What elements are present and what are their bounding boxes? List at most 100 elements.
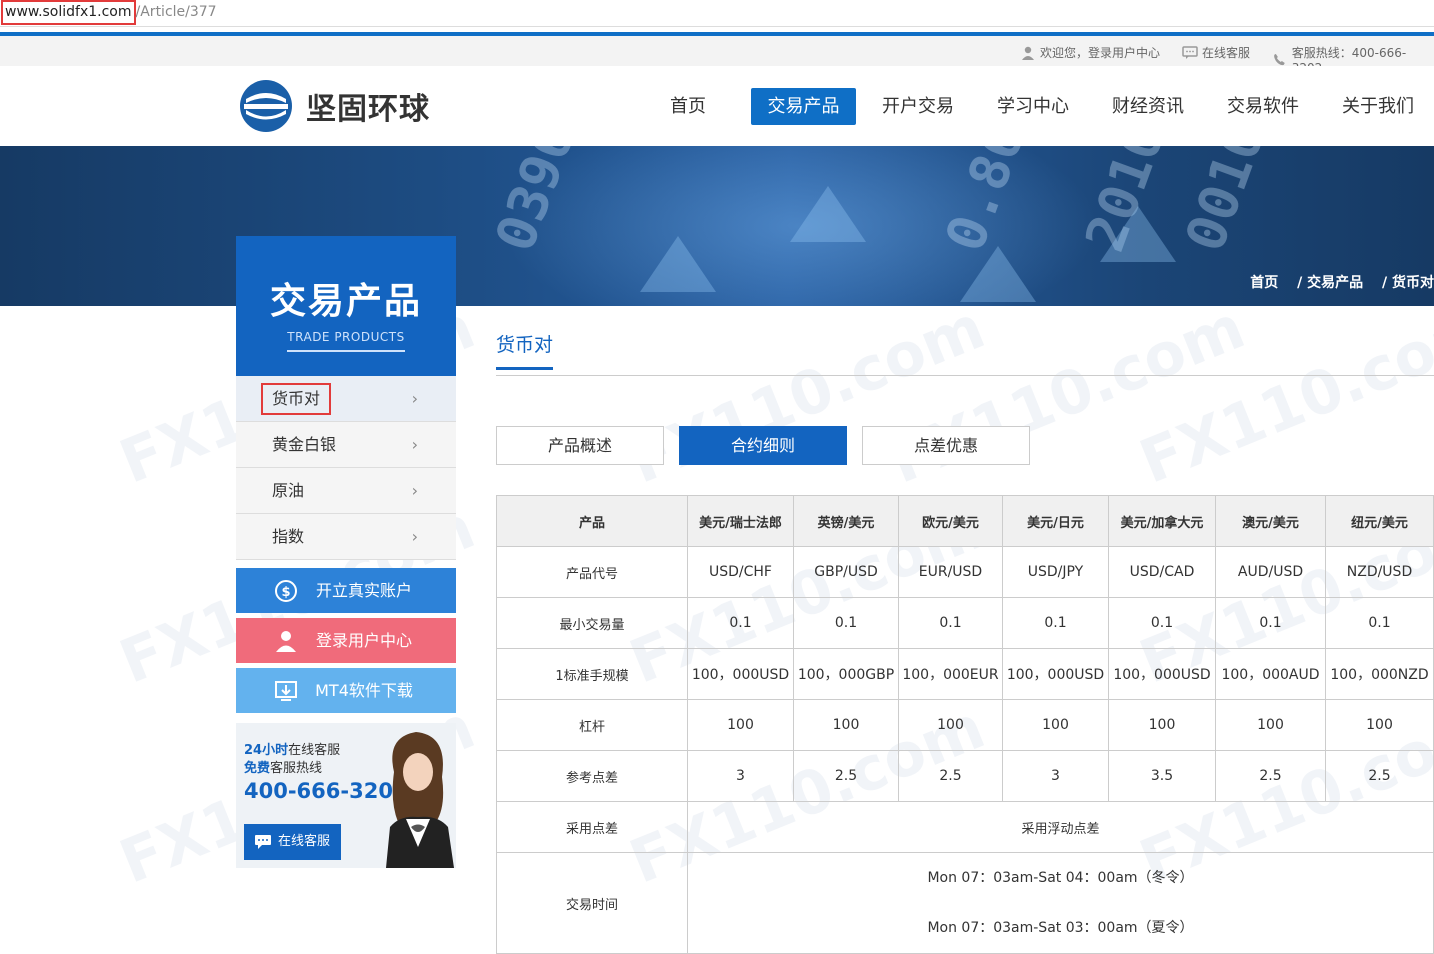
user-icon (276, 631, 296, 652)
table-cell: 2.5 (793, 750, 899, 802)
sidebar-item-currency-pairs[interactable]: 货币对 › (236, 376, 456, 422)
site-header: 坚固环球 首页 交易产品 开户交易 学习中心 财经资讯 交易软件 关于我们 (0, 66, 1434, 146)
url-path: /Article/377 (135, 4, 217, 20)
row-label: 交易时间 (496, 852, 688, 954)
nav-trade-products[interactable]: 交易产品 (751, 88, 856, 125)
sidebar-item-gold-silver[interactable]: 黄金白银 › (236, 422, 456, 468)
sidebar-item-label: 货币对 (272, 389, 321, 408)
table-cell: 100，000AUD (1215, 648, 1326, 700)
download-monitor-icon (275, 681, 297, 701)
brand-logo[interactable]: 坚固环球 (238, 79, 430, 133)
service-panel: 24小时在线客服 免费客服热线 400-666-3202 在线客服 (236, 723, 456, 868)
section-title: 货币对 (496, 330, 554, 370)
row-label: 最小交易量 (496, 597, 688, 649)
chevron-right-icon: › (411, 527, 418, 546)
table-cell: 100，000USD (1108, 648, 1216, 700)
button-label: MT4软件下载 (315, 681, 413, 700)
nav-open-account[interactable]: 开户交易 (866, 88, 970, 125)
table-cell: 100 (898, 699, 1003, 751)
table-cell: 100，000USD (687, 648, 794, 700)
table-header: 纽元/美元 (1325, 495, 1434, 547)
table-header: 产品 (496, 495, 688, 547)
online-service-text: 在线客服 (1202, 46, 1251, 60)
sidebar-item-label: 黄金白银 (272, 435, 337, 454)
breadcrumb: 首页 / 交易产品 / 货币对 (1236, 272, 1434, 292)
table-row: 参考点差 3 2.5 2.5 3 3.5 2.5 2.5 (496, 750, 1434, 802)
table-cell: 3 (1002, 750, 1109, 802)
table-cell: NZD/USD (1325, 546, 1434, 598)
table-cell: 100 (793, 699, 899, 751)
sidebar-item-indices[interactable]: 指数 › (236, 514, 456, 560)
service-line2: 免费客服热线 (244, 761, 323, 776)
table-cell: 0.1 (1215, 597, 1326, 649)
nav-about[interactable]: 关于我们 (1326, 88, 1430, 125)
online-service-button[interactable]: 在线客服 (244, 824, 341, 860)
contract-table: 产品 美元/瑞士法郎 英镑/美元 欧元/美元 美元/日元 美元/加拿大元 澳元/… (496, 495, 1434, 954)
sidebar-item-label: 指数 (272, 527, 305, 546)
chevron-right-icon: › (411, 435, 418, 454)
table-header: 美元/日元 (1002, 495, 1109, 547)
welcome-text: 欢迎您，登录用户中心 (1040, 46, 1161, 60)
table-cell: USD/JPY (1002, 546, 1109, 598)
trading-hours-cell: Mon 07：03am-Sat 04：00am（冬令） Mon 07：03am-… (687, 852, 1434, 954)
button-label: 在线客服 (278, 834, 331, 849)
online-service-link[interactable]: 在线客服 (1182, 44, 1250, 61)
nav-learning[interactable]: 学习中心 (981, 88, 1085, 125)
table-cell: 2.5 (898, 750, 1003, 802)
table-cell: 100 (687, 699, 794, 751)
table-cell: 0.1 (687, 597, 794, 649)
table-cell: GBP/USD (793, 546, 899, 598)
mt4-download-button[interactable]: MT4软件下载 (236, 668, 456, 713)
nav-finance-news[interactable]: 财经资讯 (1096, 88, 1200, 125)
tab-product-overview[interactable]: 产品概述 (496, 426, 664, 465)
svg-text:$: $ (281, 585, 290, 600)
table-cell: 0.1 (1325, 597, 1434, 649)
table-row: 产品代号 USD/CHF GBP/USD EUR/USD USD/JPY USD… (496, 546, 1434, 598)
dollar-coin-icon: $ (275, 580, 297, 602)
customer-service-agent-image (386, 732, 454, 868)
address-bar[interactable]: www.solidfx1.com/Article/377 (0, 0, 1434, 27)
table-cell: AUD/USD (1215, 546, 1326, 598)
table-header: 欧元/美元 (898, 495, 1003, 547)
tab-spread-discount[interactable]: 点差优惠 (862, 426, 1030, 465)
table-row: 杠杆 100 100 100 100 100 100 100 (496, 699, 1434, 751)
button-label: 登录用户中心 (315, 631, 412, 650)
nav-software[interactable]: 交易软件 (1211, 88, 1315, 125)
chevron-right-icon: › (411, 481, 418, 500)
nav-home[interactable]: 首页 (654, 88, 722, 125)
breadcrumb-products[interactable]: / 交易产品 (1297, 275, 1363, 291)
row-label: 杠杆 (496, 699, 688, 751)
chat-icon (1182, 45, 1198, 59)
summer-hours: Mon 07：03am-Sat 03：00am（夏令） (927, 920, 1194, 936)
table-cell: 100，000EUR (898, 648, 1003, 700)
button-label: 开立真实账户 (315, 581, 412, 600)
sidebar-header: 交易产品 TRADE PRODUCTS (236, 236, 456, 376)
section-title-bar: 货币对 (496, 330, 1434, 376)
tab-contract-details[interactable]: 合约细则 (679, 426, 847, 465)
table-cell: 100 (1325, 699, 1434, 751)
row-label: 1标准手规模 (496, 648, 688, 700)
breadcrumb-home[interactable]: 首页 (1250, 275, 1278, 291)
hero-banner: 0396 0.86 2010 0010 首页 / 交易产品 / 货币对 (0, 146, 1434, 306)
brand-name: 坚固环球 (306, 92, 430, 127)
table-cell: 0.1 (898, 597, 1003, 649)
main-content: 货币对 产品概述 合约细则 点差优惠 产品 美元/瑞士法郎 英镑/美元 欧元/美… (496, 330, 1434, 954)
table-row: 采用点差 采用浮动点差 (496, 801, 1434, 853)
chevron-right-icon: › (411, 389, 418, 408)
table-cell: 2.5 (1215, 750, 1326, 802)
login-user-center-button[interactable]: 登录用户中心 (236, 618, 456, 663)
sidebar: 交易产品 TRADE PRODUCTS 货币对 › 黄金白银 › 原油 › 指数… (236, 236, 456, 868)
welcome-link[interactable]: 欢迎您，登录用户中心 (1020, 44, 1160, 61)
sidebar-item-crude-oil[interactable]: 原油 › (236, 468, 456, 514)
service-line1: 24小时在线客服 (244, 743, 341, 758)
table-cell: EUR/USD (898, 546, 1003, 598)
table-header-row: 产品 美元/瑞士法郎 英镑/美元 欧元/美元 美元/日元 美元/加拿大元 澳元/… (496, 495, 1434, 547)
open-real-account-button[interactable]: $ 开立真实账户 (236, 568, 456, 613)
table-header: 澳元/美元 (1215, 495, 1326, 547)
table-cell: 2.5 (1325, 750, 1434, 802)
sidebar-item-label: 原油 (272, 481, 305, 500)
sidebar-title: 交易产品 (269, 281, 422, 322)
table-cell: 0.1 (1108, 597, 1216, 649)
table-row: 最小交易量 0.1 0.1 0.1 0.1 0.1 0.1 0.1 (496, 597, 1434, 649)
table-cell: 0.1 (1002, 597, 1109, 649)
